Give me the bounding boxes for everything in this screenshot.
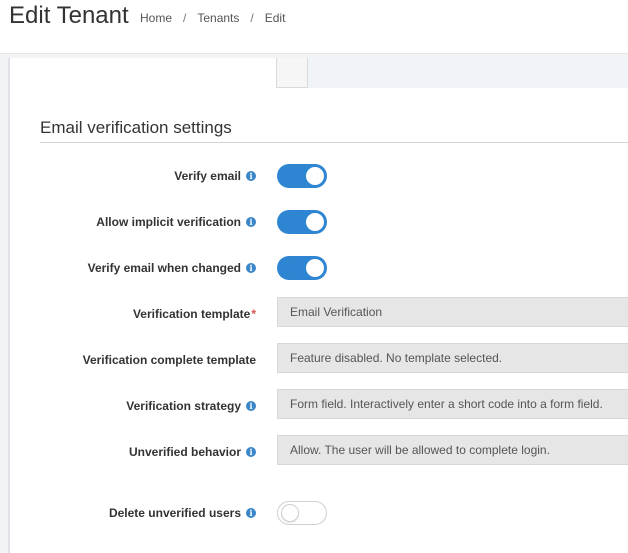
allow-implicit-label: Allow implicit verification i [96,215,256,229]
section-divider [40,142,628,143]
breadcrumb-separator: / [183,11,187,25]
complete-template-label-text: Verification complete template [82,353,256,367]
breadcrumb-separator: / [250,11,254,25]
unverified-behavior-label-text: Unverified behavior [128,445,241,459]
verification-template-field[interactable]: Email Verification [277,297,628,327]
verify-on-change-toggle[interactable] [277,256,327,280]
verify-email-toggle[interactable] [277,164,327,188]
tab-strip-cell[interactable] [276,58,308,88]
allow-implicit-label-text: Allow implicit verification [96,215,241,229]
verify-email-label-text: Verify email [174,169,241,183]
settings-panel: Email verification settings Verify email… [8,58,628,553]
info-icon[interactable]: i [246,263,256,273]
strategy-field[interactable]: Form field. Interactively enter a short … [277,389,628,419]
page-header: Edit Tenant Home / Tenants / Edit [0,0,628,54]
breadcrumb-home[interactable]: Home [140,11,172,25]
allow-implicit-toggle[interactable] [277,210,327,234]
toggle-knob [306,213,324,231]
unverified-behavior-field[interactable]: Allow. The user will be allowed to compl… [277,435,628,465]
info-icon[interactable]: i [246,171,256,181]
breadcrumb: Home / Tenants / Edit [140,11,285,25]
verify-on-change-label: Verify email when changed i [88,261,256,275]
verification-template-label: Verification template * [133,307,256,321]
info-icon[interactable]: i [246,447,256,457]
delete-unverified-label: Delete unverified users i [109,506,256,520]
breadcrumb-edit: Edit [264,11,286,25]
strategy-label: Verification strategy i [126,399,256,413]
verify-on-change-label-text: Verify email when changed [87,261,241,275]
strategy-label-text: Verification strategy [126,399,241,413]
page-title: Edit Tenant [9,2,129,29]
required-mark: * [251,307,256,321]
complete-template-field[interactable]: Feature disabled. No template selected. [277,343,628,373]
toggle-knob [281,504,299,522]
toggle-knob [306,167,324,185]
info-icon[interactable]: i [246,508,256,518]
breadcrumb-tenants[interactable]: Tenants [197,11,239,25]
unverified-behavior-label: Unverified behavior i [129,445,256,459]
delete-unverified-toggle[interactable] [277,501,327,525]
verification-template-label-text: Verification template [132,307,251,321]
section-title: Email verification settings [40,118,232,137]
info-icon[interactable]: i [246,217,256,227]
delete-unverified-label-text: Delete unverified users [108,506,241,520]
info-icon[interactable]: i [246,401,256,411]
toggle-knob [306,259,324,277]
tab-strip [276,58,628,88]
complete-template-label: Verification complete template [83,353,256,367]
verify-email-label: Verify email i [174,169,256,183]
